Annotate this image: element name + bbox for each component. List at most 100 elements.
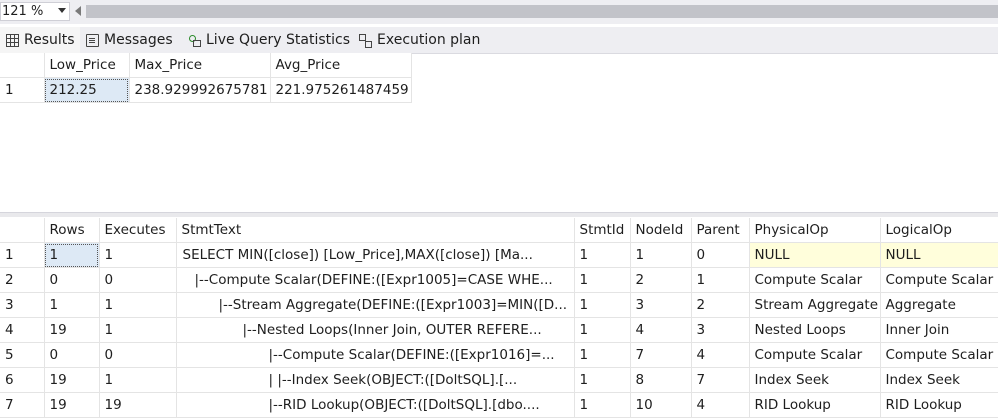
chevron-down-icon [58,8,66,13]
table-cell[interactable]: 19 [44,392,100,418]
table-cell[interactable]: 1 [574,342,631,368]
table-cell[interactable]: 7 [630,342,692,368]
table-cell[interactable]: Index Seek [880,367,998,393]
table-cell[interactable]: |--Compute Scalar(DEFINE:([Expr1016]=... [176,342,575,368]
table-cell[interactable]: 19 [44,367,100,393]
tab-results[interactable]: Results [0,27,80,53]
table-cell[interactable]: 1 [574,367,631,393]
table-cell[interactable]: 1 [630,242,692,268]
execution-plan-icon [359,33,372,48]
table-cell[interactable]: Stream Aggregate [749,292,881,318]
table-cell[interactable]: |--Compute Scalar(DEFINE:([Expr1005]=CAS… [176,267,575,293]
table-cell[interactable]: 1 [574,292,631,318]
table-cell[interactable]: |--RID Lookup(OBJECT:([DoltSQL].[dbo.... [176,392,575,418]
column-header[interactable]: PhysicalOp [749,218,881,243]
table-row: 3 1 1 |--Stream Aggregate(DEFINE:([Expr1003… [0,292,998,318]
table-cell[interactable]: | |--Index Seek(OBJECT:([DoltSQL].[... [176,367,575,393]
column-header[interactable]: Executes [99,218,177,243]
column-header[interactable]: Max_Price [129,53,271,78]
horizontal-scrollbar[interactable] [86,5,998,18]
table-cell[interactable]: 8 [630,367,692,393]
row-number[interactable]: 1 [0,242,45,268]
table-cell[interactable]: 1 [44,292,100,318]
table-cell[interactable]: 4 [630,317,692,343]
row-number[interactable]: 1 [0,77,45,103]
plan-header-row: Rows Executes StmtText StmtId NodeId Par… [0,218,998,243]
table-cell[interactable]: 3 [630,292,692,318]
column-header[interactable]: Parent [691,218,750,243]
table-cell[interactable]: 4 [691,392,750,418]
table-cell[interactable]: NULL [749,242,881,268]
row-number[interactable]: 6 [0,367,45,393]
table-cell[interactable]: RID Lookup [749,392,881,418]
table-cell[interactable]: 3 [691,317,750,343]
tab-live-query-statistics[interactable]: Live Query Statistics [188,27,350,53]
table-cell[interactable]: 10 [630,392,692,418]
table-cell[interactable]: 1 [44,242,100,268]
table-cell[interactable]: 0 [44,342,100,368]
zoom-dropdown[interactable]: 121 % [0,2,70,21]
row-number[interactable]: 7 [0,392,45,418]
column-header[interactable]: StmtText [176,218,575,243]
row-number[interactable]: 3 [0,292,45,318]
table-cell[interactable]: Compute Scalar [880,267,998,293]
table-cell[interactable]: 0 [99,267,177,293]
row-number[interactable]: 2 [0,267,45,293]
row-number-header [0,53,45,78]
table-cell[interactable]: 1 [574,392,631,418]
table-cell[interactable]: 4 [691,342,750,368]
table-cell[interactable]: Compute Scalar [880,342,998,368]
table-cell[interactable]: 1 [99,242,177,268]
column-header[interactable]: NodeId [630,218,692,243]
pane-splitter[interactable] [0,212,998,217]
table-cell[interactable]: 212.25 [44,77,130,103]
table-cell[interactable]: Nested Loops [749,317,881,343]
table-cell[interactable]: Compute Scalar [749,342,881,368]
column-header[interactable]: Rows [44,218,100,243]
table-cell[interactable]: 0 [99,342,177,368]
table-cell[interactable]: 7 [691,367,750,393]
table-cell[interactable]: 238.929992675781 [129,77,271,103]
row-number[interactable]: 4 [0,317,45,343]
column-header[interactable]: Low_Price [44,53,130,78]
table-row: 1 212.25 238.929992675781 221.9752614874… [0,77,412,103]
table-cell[interactable]: 0 [44,267,100,293]
column-header[interactable]: LogicalOp [880,218,998,243]
table-cell[interactable]: 1 [99,367,177,393]
table-cell[interactable]: 1 [99,292,177,318]
table-cell[interactable]: 221.975261487459 [270,77,412,103]
column-header[interactable]: Avg_Price [270,53,412,78]
table-cell[interactable]: |--Nested Loops(Inner Join, OUTER REFERE… [176,317,575,343]
table-cell[interactable]: Index Seek [749,367,881,393]
table-cell[interactable]: 1 [574,267,631,293]
table-cell[interactable]: 0 [691,242,750,268]
table-cell[interactable]: 19 [44,317,100,343]
table-cell[interactable]: 2 [691,292,750,318]
tab-messages-label: Messages [104,32,173,48]
table-cell[interactable]: 2 [630,267,692,293]
tab-execution-plan[interactable]: Execution plan [359,27,480,53]
table-cell[interactable]: SELECT MIN([close]) [Low_Price],MAX([clo… [176,242,575,268]
results-grid: Low_Price Max_Price Avg_Price 1 212.25 2… [0,53,412,103]
row-number[interactable]: 5 [0,342,45,368]
messages-icon [86,33,99,47]
table-cell[interactable]: |--Stream Aggregate(DEFINE:([Expr1003]=M… [176,292,575,318]
table-row: 1 1 1 SELECT MIN([close]) [Low_Price],MAX([… [0,242,998,268]
table-cell[interactable]: RID Lookup [880,392,998,418]
table-cell[interactable]: 1 [691,267,750,293]
table-cell[interactable]: 1 [574,242,631,268]
table-cell[interactable]: NULL [880,242,998,268]
table-cell[interactable]: Inner Join [880,317,998,343]
results-tab-bar: Results Messages Live Query Statistics E… [0,27,998,54]
table-cell[interactable]: Aggregate [880,292,998,318]
column-header[interactable]: StmtId [574,218,631,243]
zoom-toolbar: 121 % [0,0,998,24]
zoom-value: 121 % [2,4,44,19]
table-cell[interactable]: 1 [99,317,177,343]
table-cell[interactable]: 19 [99,392,177,418]
table-row: 7 19 19 |--RID Lookup(OBJECT:([DoltSQL].[db… [0,392,998,418]
scroll-left-icon[interactable] [75,6,81,16]
table-cell[interactable]: 1 [574,317,631,343]
tab-messages[interactable]: Messages [86,27,173,53]
table-cell[interactable]: Compute Scalar [749,267,881,293]
